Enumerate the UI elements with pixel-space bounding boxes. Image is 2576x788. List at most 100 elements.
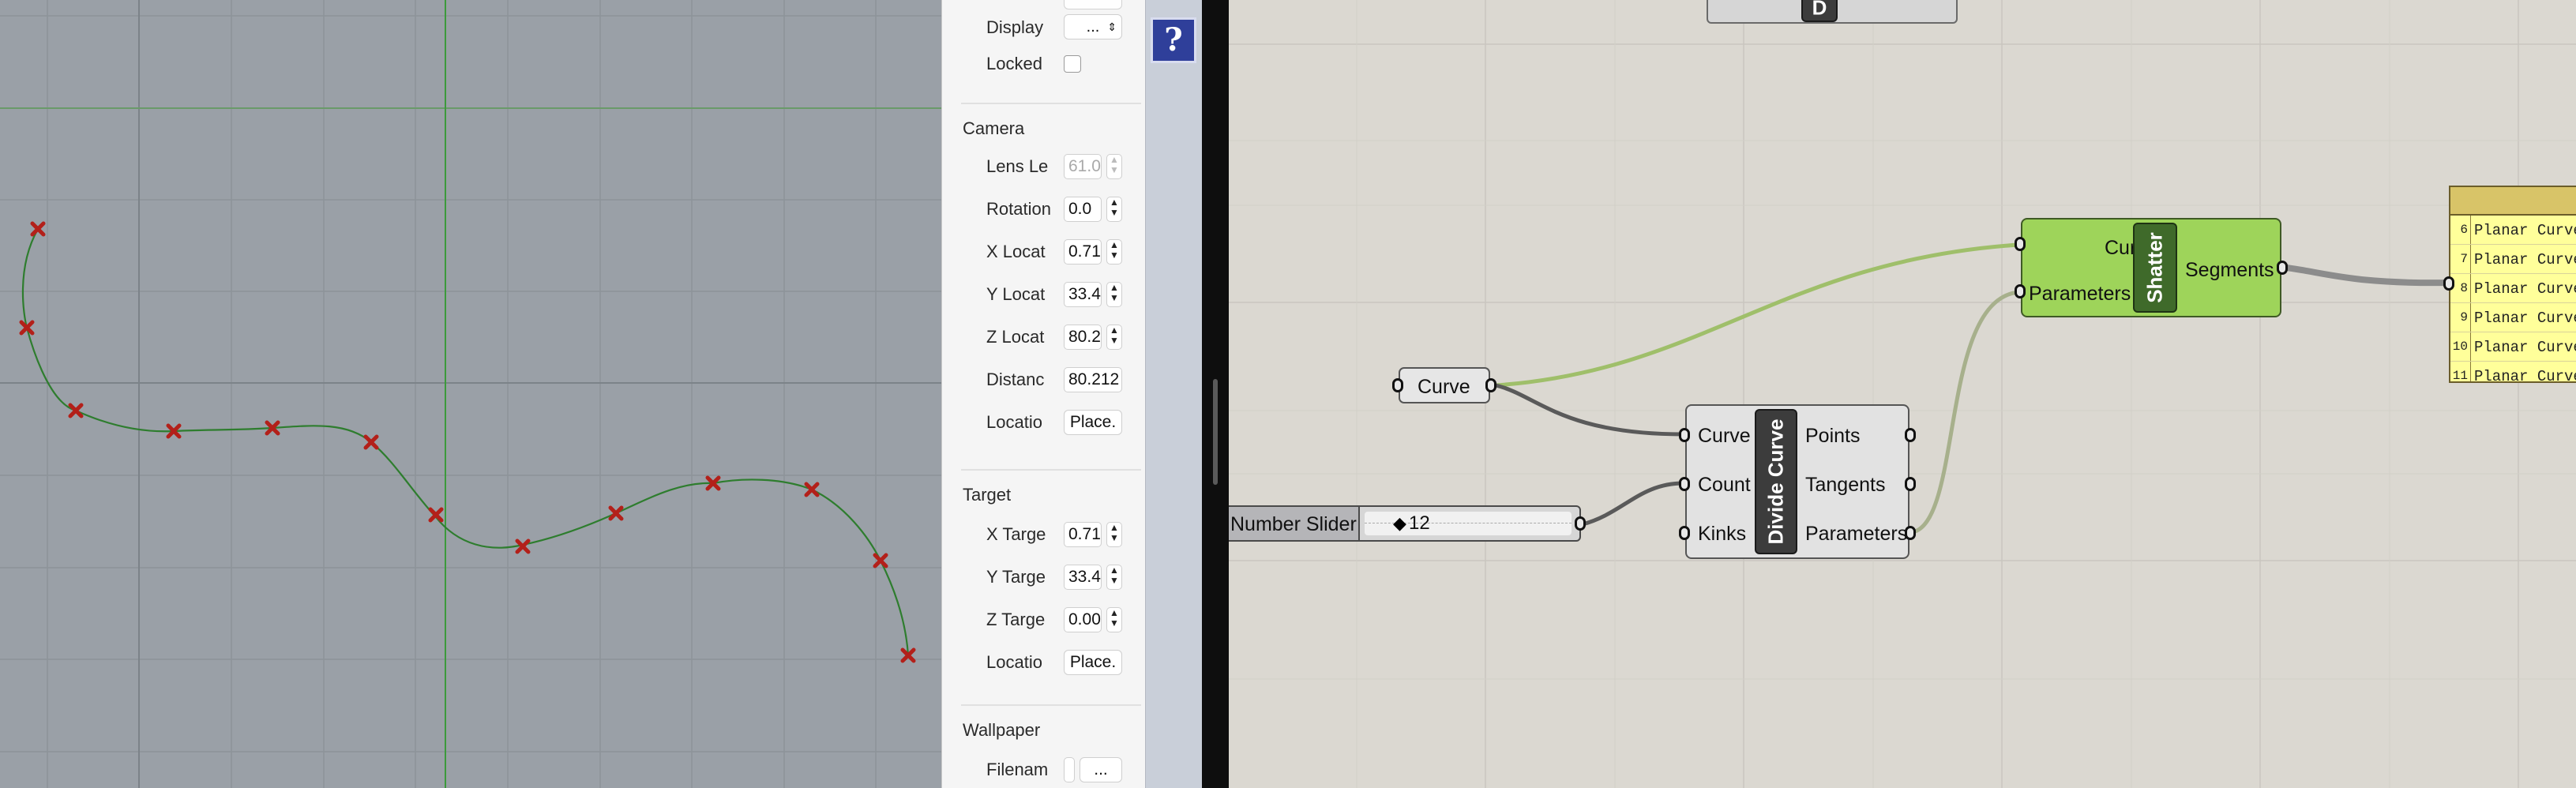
y-target-field[interactable]: 33.4 bbox=[1064, 565, 1102, 590]
panel-row: 9 Planar Curve bbox=[2450, 303, 2576, 332]
z-location-field[interactable]: 80.2 bbox=[1064, 325, 1102, 350]
curve-param[interactable]: Curve bbox=[1399, 367, 1490, 403]
z-target-field[interactable]: 0.00 bbox=[1064, 607, 1102, 632]
offscreen-component[interactable]: D bbox=[1707, 0, 1958, 24]
viewport-graphics bbox=[0, 0, 941, 788]
z-location-stepper[interactable]: ▲ ▼ bbox=[1106, 325, 1122, 350]
lens-length-field[interactable]: 61.0 bbox=[1064, 154, 1102, 179]
control-point-marker[interactable] bbox=[608, 505, 624, 521]
panel-row-text: Planar Curve bbox=[2474, 310, 2576, 327]
locked-label: Locked bbox=[986, 54, 1042, 73]
control-point-marker[interactable] bbox=[804, 482, 820, 497]
wire-segments-to-panel bbox=[2280, 264, 2452, 287]
divide-output-points: Points bbox=[1805, 425, 1861, 447]
panel-row-text: Planar Curve bbox=[2474, 251, 2576, 268]
browse-button[interactable]: ... bbox=[1080, 757, 1122, 782]
grasshopper-canvas[interactable]: D Curve Number Slider ◆ 12 Curve Count K… bbox=[1229, 0, 2576, 788]
divide-curve-port[interactable] bbox=[1679, 428, 1690, 442]
panel-input-port[interactable] bbox=[2443, 276, 2454, 291]
divide-count-port[interactable] bbox=[1679, 477, 1690, 491]
x-target-stepper[interactable]: ▲ ▼ bbox=[1106, 522, 1122, 547]
panel-row-separator bbox=[2470, 303, 2471, 332]
panel-row-index: 6 bbox=[2460, 223, 2468, 237]
x-location-field[interactable]: 0.71 bbox=[1064, 239, 1102, 265]
control-point-marker[interactable] bbox=[428, 507, 444, 523]
shatter-input-parameters: Parameters bbox=[2029, 283, 2131, 305]
y-location-field[interactable]: 33.4 bbox=[1064, 282, 1102, 307]
filename-field[interactable] bbox=[1064, 757, 1075, 782]
rotation-field[interactable]: 0.0 bbox=[1064, 197, 1102, 222]
lens-length-stepper[interactable]: ▲ ▼ bbox=[1106, 154, 1122, 179]
output-panel[interactable]: P 6Planar Curve7Planar Curve8Planar Curv… bbox=[2449, 186, 2576, 383]
slider-grip-icon[interactable]: ◆ bbox=[1393, 513, 1406, 534]
divide-parameters-port[interactable] bbox=[1905, 526, 1916, 540]
panel-row-index: 9 bbox=[2460, 310, 2468, 325]
panel-row-text: Planar Curve bbox=[2474, 368, 2576, 383]
distance-label: Distanc bbox=[986, 370, 1045, 389]
curve-param-input-port[interactable] bbox=[1392, 378, 1403, 392]
divide-input-kinks: Kinks bbox=[1698, 523, 1747, 545]
y-location-label: Y Locat bbox=[986, 284, 1046, 304]
display-label: Display bbox=[986, 17, 1044, 37]
target-place-button[interactable]: Place. bbox=[1064, 650, 1122, 675]
divide-input-curve: Curve bbox=[1698, 425, 1751, 447]
rotation-stepper[interactable]: ▲ ▼ bbox=[1106, 197, 1122, 222]
panel-row: 11 Planar Curve bbox=[2450, 362, 2576, 383]
nurbs-curve bbox=[21, 228, 910, 656]
control-point-marker[interactable] bbox=[19, 320, 35, 336]
divide-tangents-port[interactable] bbox=[1905, 477, 1916, 491]
divide-output-tangents: Tangents bbox=[1805, 474, 1886, 496]
y-target-stepper[interactable]: ▲ ▼ bbox=[1106, 565, 1122, 590]
properties-panel: Display ... ⇕ Locked Camera Lens Le 61.0… bbox=[941, 0, 1146, 788]
divider bbox=[961, 704, 1141, 706]
split-handle[interactable] bbox=[1213, 379, 1218, 485]
rhino-viewport[interactable] bbox=[0, 0, 941, 788]
number-slider-output-port[interactable] bbox=[1575, 516, 1586, 531]
divide-kinks-port[interactable] bbox=[1679, 526, 1690, 540]
prev-button[interactable] bbox=[1064, 0, 1122, 9]
camera-place-button[interactable]: Place. bbox=[1064, 410, 1122, 435]
y-location-stepper[interactable]: ▲ ▼ bbox=[1106, 282, 1122, 307]
shatter-curve-port[interactable] bbox=[2015, 237, 2026, 251]
control-point-marker[interactable] bbox=[873, 553, 888, 568]
shatter-segments-port[interactable] bbox=[2277, 261, 2288, 275]
control-point-marker[interactable] bbox=[68, 403, 84, 418]
divide-points-port[interactable] bbox=[1905, 428, 1916, 442]
locked-checkbox[interactable] bbox=[1064, 55, 1081, 73]
x-target-field[interactable]: 0.71 bbox=[1064, 522, 1102, 547]
x-location-label: X Locat bbox=[986, 242, 1046, 261]
offscreen-component-label: D bbox=[1801, 0, 1838, 22]
display-dropdown-value: ... bbox=[1086, 18, 1100, 36]
number-slider-value: 12 bbox=[1409, 512, 1430, 534]
shatter-title: Shatter bbox=[2133, 223, 2177, 313]
panel-row: 10 Planar Curve bbox=[2450, 332, 2576, 362]
help-glyph: ? bbox=[1164, 21, 1183, 58]
divider bbox=[961, 103, 1141, 104]
distance-field[interactable]: 80.212 bbox=[1064, 367, 1122, 392]
panel-row-text: Planar Curve bbox=[2474, 339, 2576, 356]
z-target-stepper[interactable]: ▲ ▼ bbox=[1106, 607, 1122, 632]
rotation-label: Rotation bbox=[986, 199, 1051, 219]
question-mark-icon[interactable]: ? bbox=[1151, 17, 1196, 63]
panel-row-separator bbox=[2470, 332, 2471, 361]
shatter-output-segments: Segments bbox=[2185, 259, 2274, 281]
divide-output-parameters: Parameters bbox=[1805, 523, 1908, 545]
panel-row-separator bbox=[2470, 274, 2471, 302]
shatter-parameters-port[interactable] bbox=[2015, 284, 2026, 298]
control-point-marker[interactable] bbox=[30, 221, 46, 237]
divide-curve-component[interactable]: Curve Count Kinks Divide Curve Points Ta… bbox=[1685, 404, 1909, 559]
display-dropdown[interactable]: ... ⇕ bbox=[1064, 14, 1122, 39]
panel-row-text: Planar Curve bbox=[2474, 280, 2576, 298]
control-point-marker[interactable] bbox=[363, 434, 379, 450]
number-slider-track[interactable]: ◆ 12 bbox=[1365, 512, 1572, 535]
shatter-component[interactable]: Curve Parameters Shatter Segments bbox=[2021, 218, 2281, 317]
wire-slider-to-count bbox=[1582, 481, 1684, 527]
lens-length-label: Lens Le bbox=[986, 156, 1049, 176]
y-target-label: Y Targe bbox=[986, 567, 1046, 587]
z-target-label: Z Targe bbox=[986, 610, 1046, 629]
number-slider[interactable]: Number Slider ◆ 12 bbox=[1229, 505, 1581, 542]
curve-param-output-port[interactable] bbox=[1485, 378, 1496, 392]
camera-location-label: Locatio bbox=[986, 412, 1042, 432]
x-location-stepper[interactable]: ▲ ▼ bbox=[1106, 239, 1122, 265]
split-divider[interactable] bbox=[1202, 0, 1229, 788]
